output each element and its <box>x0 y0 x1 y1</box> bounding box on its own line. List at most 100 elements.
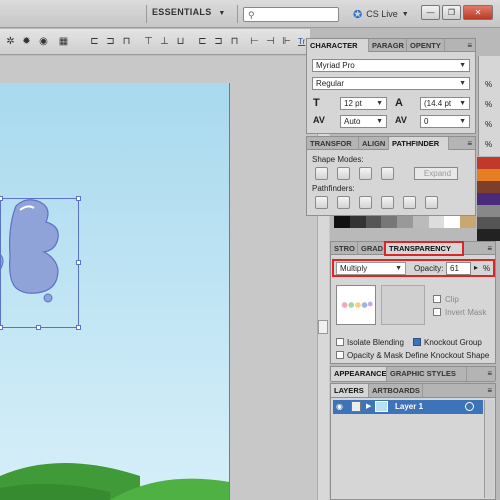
distribute-middle-icon[interactable]: ⊐ <box>212 36 225 48</box>
highlight-box <box>384 241 464 256</box>
isolate-blending-checkbox[interactable] <box>336 338 344 346</box>
tab-gradient[interactable]: GRAD <box>358 242 386 255</box>
invert-mask-checkbox[interactable] <box>433 308 441 316</box>
intersect-icon[interactable] <box>359 167 372 180</box>
chevron-down-icon: ▼ <box>376 118 383 125</box>
tab-appearance[interactable]: APPEARANCE <box>331 367 387 381</box>
chevron-down-icon: ▼ <box>459 80 466 87</box>
lock-toggle[interactable] <box>351 401 361 412</box>
close-button[interactable]: ✕ <box>463 5 493 20</box>
align-middle-icon[interactable]: ⊥ <box>158 36 171 48</box>
tab-align[interactable]: ALIGN <box>359 137 389 150</box>
divide-icon[interactable] <box>315 196 328 209</box>
tab-layers[interactable]: LAYERS <box>331 384 369 397</box>
distribute-left-icon[interactable]: ⊢ <box>248 36 261 48</box>
panel-tab-row: CHARACTER PARAGR OPENTY ≡ <box>307 39 475 52</box>
tab-transform[interactable]: TRANSFOR <box>307 137 359 150</box>
leading-value: (14.4 pt <box>424 99 452 108</box>
tab-stroke[interactable]: STRO <box>331 242 358 255</box>
minimize-button[interactable]: — <box>421 5 440 20</box>
percent-label: % <box>485 100 493 109</box>
font-size-field[interactable]: 12 pt ▼ <box>340 97 387 110</box>
trim-icon[interactable] <box>337 196 350 209</box>
distribute-center-icon[interactable]: ⊣ <box>264 36 277 48</box>
transparency-panel: STRO GRAD TRANSPARENCY ≡ Multiply ▼ Opac… <box>330 241 496 364</box>
thumbnail-preview[interactable] <box>336 285 376 325</box>
target-icon[interactable]: ◉ <box>37 36 50 48</box>
chevron-down-icon: ▼ <box>401 10 409 18</box>
opacity-mask-checkbox[interactable] <box>336 351 344 359</box>
resize-handle[interactable] <box>0 325 3 330</box>
outline-icon[interactable] <box>403 196 416 209</box>
resize-handle[interactable] <box>76 260 81 265</box>
font-style-select[interactable]: Regular ▼ <box>312 77 470 90</box>
restore-button[interactable]: ❐ <box>442 5 461 20</box>
tab-pathfinder[interactable]: PATHFINDER <box>389 137 449 150</box>
layers-scrollbar[interactable] <box>484 400 494 498</box>
resize-handle[interactable] <box>0 196 3 201</box>
tab-opentype[interactable]: OPENTY <box>407 39 445 52</box>
kerning-field[interactable]: Auto ▼ <box>340 115 387 128</box>
percent-label: % <box>485 120 493 129</box>
merge-icon[interactable] <box>359 196 372 209</box>
align-left-icon[interactable]: ⊏ <box>88 36 101 48</box>
expand-button[interactable]: Expand <box>414 167 458 180</box>
scrollbar-thumb[interactable] <box>318 320 328 334</box>
crop-icon[interactable] <box>381 196 394 209</box>
gear-icon[interactable]: ✹ <box>20 36 33 48</box>
selection-bounding-box[interactable] <box>0 196 81 330</box>
eye-icon[interactable]: ◉ <box>336 402 343 411</box>
panel-menu-icon[interactable]: ≡ <box>487 386 492 395</box>
layer-row[interactable]: ◉ ▶ Layer 1 <box>333 400 483 414</box>
character-panel: CHARACTER PARAGR OPENTY ≡ Myriad Pro ▼ R… <box>306 38 476 134</box>
swatches-panel[interactable] <box>477 157 500 241</box>
leading-field[interactable]: (14.4 pt ▼ <box>420 97 470 110</box>
clip-checkbox[interactable] <box>433 295 441 303</box>
knockout-group-checkbox[interactable] <box>413 338 421 346</box>
align-center-icon[interactable]: ⊐ <box>104 36 117 48</box>
minus-back-icon[interactable] <box>425 196 438 209</box>
align-right-icon[interactable]: ⊓ <box>120 36 133 48</box>
percent-label: % <box>485 80 493 89</box>
minus-front-icon[interactable] <box>337 167 350 180</box>
hills-illustration <box>0 463 229 500</box>
resize-handle[interactable] <box>76 325 81 330</box>
tab-character[interactable]: CHARACTER <box>307 39 369 52</box>
panel-tab-row: TRANSFOR ALIGN PATHFINDER ≡ <box>307 137 475 150</box>
opacity-mask-slot[interactable] <box>381 285 425 325</box>
distribute-bottom-icon[interactable]: ⊓ <box>228 36 241 48</box>
right-panel-strip: % % % % <box>478 56 500 156</box>
tab-artboards[interactable]: ARTBOARDS <box>369 384 423 397</box>
tab-paragraph[interactable]: PARAGR <box>369 39 407 52</box>
cs-live-icon: ✪ <box>353 8 363 21</box>
control-bar: ✲ ✹ ◉ ▦ ⊏ ⊐ ⊓ ⊤ ⊥ ⊔ ⊏ ⊐ ⊓ ⊢ ⊣ ⊩ Tr <box>0 29 310 55</box>
resize-handle[interactable] <box>76 196 81 201</box>
font-style-value: Regular <box>316 79 345 88</box>
exclude-icon[interactable] <box>381 167 394 180</box>
tracking-field[interactable]: 0 ▼ <box>420 115 470 128</box>
grid-icon[interactable]: ▦ <box>57 36 70 48</box>
panel-menu-icon[interactable]: ≡ <box>487 244 492 253</box>
resize-handle[interactable] <box>36 325 41 330</box>
opacity-mask-label: Opacity & Mask Define Knockout Shape <box>347 351 490 360</box>
workspace-switcher[interactable]: ESSENTIALS ▼ <box>152 7 226 21</box>
transform-link[interactable]: Tr <box>298 37 305 46</box>
unite-icon[interactable] <box>315 167 328 180</box>
tab-graphic-styles[interactable]: GRAPHIC STYLES <box>387 367 467 381</box>
chevron-right-icon[interactable]: ▶ <box>366 402 371 410</box>
search-input[interactable]: ⚲ <box>243 7 339 22</box>
layer-thumbnail <box>375 401 388 412</box>
panel-menu-icon[interactable]: ≡ <box>467 139 472 148</box>
font-family-select[interactable]: Myriad Pro ▼ <box>312 59 470 72</box>
panel-menu-icon[interactable]: ≡ <box>487 369 492 378</box>
distribute-top-icon[interactable]: ⊏ <box>196 36 209 48</box>
cs-live-button[interactable]: ✪ CS Live ▼ <box>353 6 409 22</box>
align-top-icon[interactable]: ⊤ <box>142 36 155 48</box>
grayscale-swatches[interactable] <box>334 216 477 228</box>
leading-icon: A <box>395 97 403 109</box>
panel-menu-icon[interactable]: ≡ <box>467 41 472 50</box>
star-icon[interactable]: ✲ <box>4 36 17 48</box>
distribute-right-icon[interactable]: ⊩ <box>280 36 293 48</box>
align-bottom-icon[interactable]: ⊔ <box>174 36 187 48</box>
target-icon[interactable] <box>465 402 474 411</box>
